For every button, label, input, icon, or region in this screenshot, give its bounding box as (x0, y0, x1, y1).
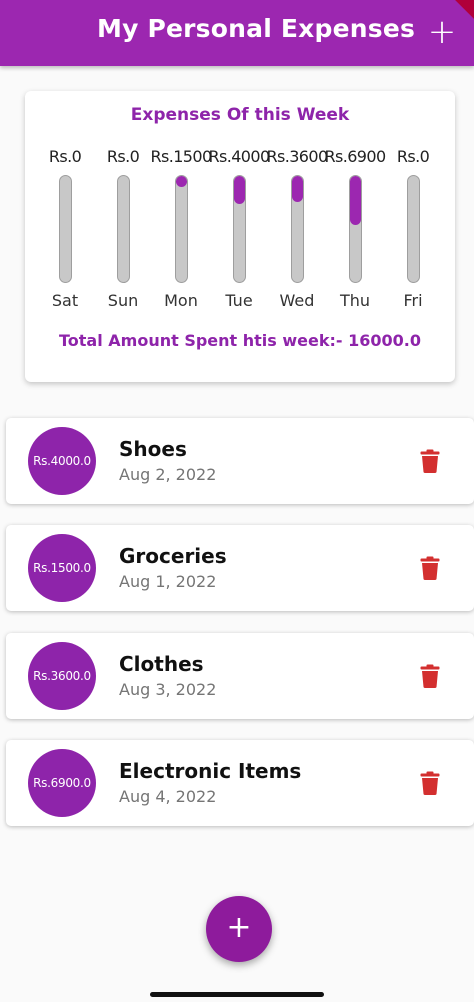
transaction-card: Rs.6900.0 Electronic Items Aug 4, 2022 (6, 740, 474, 826)
chart-title: Expenses Of this Week (130, 105, 350, 125)
bar-track (175, 175, 188, 283)
bar-column-thu: Rs.6900 Thu (324, 147, 386, 310)
bar-column-fri: Rs.0 Fri (384, 147, 442, 310)
app-title: My Personal Expenses (97, 14, 416, 43)
bar-day-label: Tue (225, 291, 253, 310)
bar-fill (350, 176, 361, 225)
trash-icon[interactable] (420, 771, 440, 795)
bar-column-sat: Rs.0 Sat (36, 147, 94, 310)
transaction-card: Rs.3600.0 Clothes Aug 3, 2022 (6, 633, 474, 719)
transaction-card: Rs.4000.0 Shoes Aug 2, 2022 (6, 418, 474, 504)
bar-column-mon: Rs.1500 Mon (150, 147, 212, 310)
bar-day-label: Mon (164, 291, 198, 310)
bar-track (117, 175, 130, 283)
transaction-title: Groceries (119, 544, 227, 568)
amount-avatar: Rs.1500.0 (28, 534, 96, 602)
bar-column-tue: Rs.4000 Tue (208, 147, 270, 310)
bar-day-label: Thu (339, 291, 371, 310)
trash-icon[interactable] (420, 664, 440, 688)
bar-day-label: Sat (51, 291, 79, 310)
bar-amount-label: Rs.0 (396, 147, 430, 166)
bar-fill (292, 176, 303, 202)
bar-day-label: Wed (279, 291, 315, 310)
bar-fill (234, 176, 245, 204)
add-expense-fab[interactable]: + (206, 896, 272, 962)
plus-icon: + (427, 12, 457, 52)
bar-day-label: Fri (403, 291, 423, 310)
bar-track (349, 175, 362, 283)
trash-icon[interactable] (420, 449, 440, 473)
trash-icon[interactable] (420, 556, 440, 580)
transaction-title: Shoes (119, 437, 187, 461)
bar-track (59, 175, 72, 283)
bar-column-sun: Rs.0 Sun (94, 147, 152, 310)
bar-fill (176, 176, 187, 187)
transaction-date: Aug 1, 2022 (119, 572, 217, 591)
plus-icon: + (226, 910, 252, 945)
amount-avatar: Rs.4000.0 (28, 427, 96, 495)
transaction-date: Aug 2, 2022 (119, 465, 217, 484)
amount-avatar: Rs.3600.0 (28, 642, 96, 710)
bar-column-wed: Rs.3600 Wed (266, 147, 328, 310)
weekly-total: Total Amount Spent htis week:- 16000.0 (59, 331, 421, 350)
transaction-card: Rs.1500.0 Groceries Aug 1, 2022 (6, 525, 474, 611)
transaction-date: Aug 4, 2022 (119, 787, 217, 806)
transaction-date: Aug 3, 2022 (119, 680, 217, 699)
bar-day-label: Sun (107, 291, 139, 310)
amount-avatar: Rs.6900.0 (28, 749, 96, 817)
add-expense-button[interactable]: + (424, 12, 460, 52)
bar-track (407, 175, 420, 283)
bar-track (291, 175, 304, 283)
weekly-chart-card: Expenses Of this Week Rs.0 Sat Rs.0 Sun Rs.1… (25, 91, 455, 382)
transaction-title: Clothes (119, 652, 204, 676)
bar-track (233, 175, 246, 283)
home-indicator (150, 992, 324, 997)
transaction-title: Electronic Items (119, 759, 302, 783)
app-bar: My Personal Expenses + (0, 0, 474, 66)
